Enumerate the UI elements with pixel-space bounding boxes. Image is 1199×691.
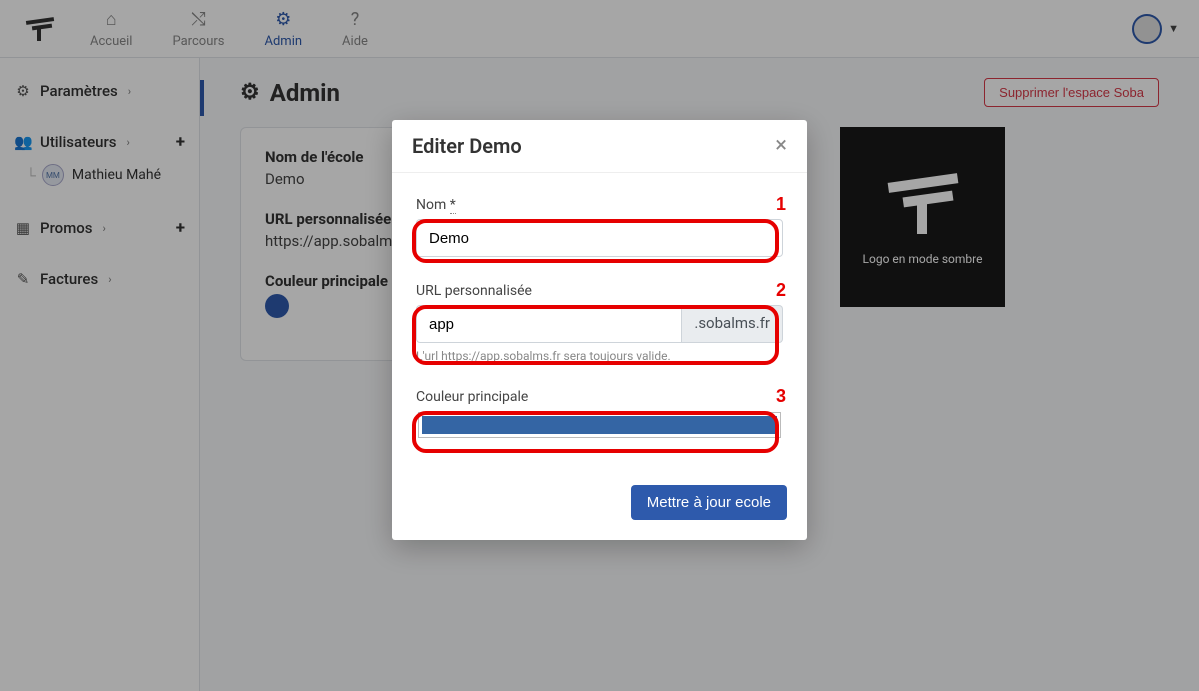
url-input[interactable] bbox=[416, 305, 682, 343]
modal-overlay: Editer Demo × Nom * 1 URL personnalisée … bbox=[0, 0, 1199, 691]
annotation-number: 3 bbox=[776, 386, 786, 407]
annotation-number: 2 bbox=[776, 280, 786, 301]
url-suffix: .sobalms.fr bbox=[682, 305, 783, 343]
url-label: URL personnalisée bbox=[416, 283, 783, 299]
name-input[interactable] bbox=[416, 219, 783, 257]
url-help-text: L'url https://app.sobalms.fr sera toujou… bbox=[416, 349, 783, 363]
color-label: Couleur principale bbox=[416, 389, 783, 405]
edit-school-modal: Editer Demo × Nom * 1 URL personnalisée … bbox=[392, 120, 807, 540]
submit-button[interactable]: Mettre à jour ecole bbox=[631, 485, 787, 520]
color-input[interactable] bbox=[419, 413, 780, 437]
name-label: Nom * bbox=[416, 197, 783, 213]
close-icon[interactable]: × bbox=[775, 135, 787, 157]
modal-title: Editer Demo bbox=[412, 134, 522, 158]
annotation-number: 1 bbox=[776, 194, 786, 215]
